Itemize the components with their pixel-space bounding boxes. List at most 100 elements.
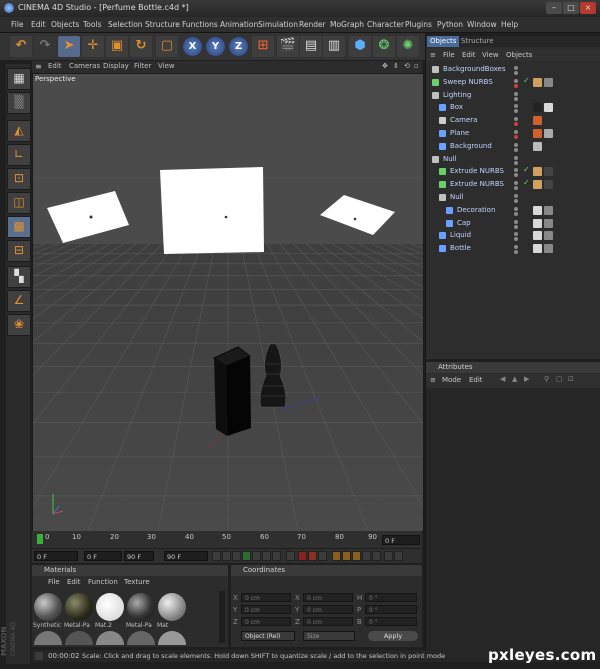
position-y-field[interactable]: 0 cm — [241, 605, 291, 614]
menu-functions[interactable]: Functions — [182, 20, 218, 29]
move-button[interactable]: ✛ — [82, 36, 104, 57]
object-tree-row[interactable]: Extrude NURBS ✓ — [426, 165, 600, 178]
lock-icon[interactable]: ▢ — [556, 375, 563, 383]
render-visibility-dot[interactable] — [514, 109, 518, 114]
workplane-button[interactable]: ∟ — [7, 144, 31, 166]
scale-button[interactable]: ▣ — [106, 36, 128, 57]
y-axis-button[interactable]: Y — [206, 37, 225, 56]
object-tag-icon[interactable] — [533, 129, 542, 138]
close-button[interactable]: × — [580, 2, 596, 14]
object-name[interactable]: Null — [450, 193, 464, 201]
object-name[interactable]: Camera — [450, 116, 477, 124]
editor-visibility-dot[interactable] — [514, 181, 518, 186]
object-tag-icon[interactable] — [533, 180, 542, 190]
render-visibility-dot[interactable] — [514, 71, 518, 75]
object-tag-icon[interactable] — [544, 103, 553, 113]
tab-structure[interactable]: Structure — [458, 36, 497, 47]
sculpt-button[interactable]: ❀ — [7, 314, 31, 336]
timeline-settings-button[interactable] — [394, 551, 403, 561]
points-mode-button[interactable]: ⊡ — [7, 168, 31, 190]
timeline-end-field[interactable]: 0 F — [382, 535, 420, 545]
timeline-playhead[interactable] — [37, 534, 43, 544]
undo-button[interactable]: ↶ — [10, 36, 32, 57]
object-tree-row[interactable]: Bottle — [426, 243, 600, 255]
rotation-h-field[interactable]: 0 ° — [365, 593, 417, 602]
render-visibility-dot[interactable] — [514, 122, 518, 127]
menu-animation[interactable]: Animation — [220, 20, 258, 29]
object-name[interactable]: Background — [450, 142, 492, 150]
editor-visibility-dot[interactable] — [514, 130, 518, 134]
object-name[interactable]: Extrude NURBS — [450, 167, 504, 175]
new-window-icon[interactable]: ⊡ — [568, 375, 574, 383]
render-visibility-dot[interactable] — [514, 147, 518, 152]
key-selection-button[interactable] — [318, 551, 327, 561]
object-tree-row[interactable]: BackgroundBoxes — [426, 64, 600, 76]
object-tree-row[interactable]: Decoration — [426, 205, 600, 217]
editor-visibility-dot[interactable] — [514, 155, 518, 160]
object-tag-icon[interactable] — [533, 141, 542, 151]
menu-simulation[interactable]: Simulation — [258, 20, 298, 29]
object-name[interactable]: Plane — [450, 129, 469, 137]
menu-mograph[interactable]: MoGraph — [330, 20, 364, 29]
enabled-check-icon[interactable]: ✓ — [523, 76, 530, 85]
material-swatch[interactable] — [96, 631, 124, 645]
object-tag-icon[interactable] — [533, 218, 542, 228]
timeline-ruler[interactable]: 0 10 20 30 40 50 60 70 80 90 0 F — [32, 531, 422, 548]
render-visibility-dot[interactable] — [514, 96, 518, 101]
object-manager-menu-objects[interactable]: Objects — [506, 51, 532, 59]
viewport-menu-cameras[interactable]: Cameras — [69, 62, 100, 70]
object-name[interactable]: Sweep NURBS — [443, 78, 493, 86]
menu-tools[interactable]: Tools — [83, 20, 101, 29]
object-tree-row[interactable]: Sweep NURBS ✓ — [426, 76, 600, 89]
editor-visibility-dot[interactable] — [514, 104, 518, 109]
material-swatch[interactable] — [34, 593, 62, 621]
object-tag-icon[interactable] — [533, 205, 542, 215]
attributes-menu-edit[interactable]: Edit — [469, 376, 483, 384]
uv-mode-button[interactable]: ⊟ — [7, 240, 31, 262]
forward-arrow-icon[interactable]: ▶ — [524, 375, 529, 383]
material-swatch[interactable] — [65, 631, 93, 645]
loop-button[interactable] — [286, 551, 295, 561]
rotation-p-field[interactable]: 0 ° — [365, 605, 417, 614]
size-x-field[interactable]: 0 cm — [303, 593, 353, 602]
edges-mode-button[interactable]: ◫ — [7, 192, 31, 214]
editor-visibility-dot[interactable] — [514, 91, 518, 96]
object-name[interactable]: Extrude NURBS — [450, 180, 504, 188]
z-axis-button[interactable]: Z — [229, 37, 248, 56]
menu-selection[interactable]: Selection — [108, 20, 143, 29]
material-swatch[interactable] — [65, 593, 93, 621]
menu-plugins[interactable]: Plugins — [405, 20, 432, 29]
material-swatch[interactable] — [158, 593, 186, 621]
attributes-menu-mode[interactable]: Mode — [442, 376, 461, 384]
autokey-button[interactable] — [308, 551, 317, 561]
use-object-axis-tool-button[interactable]: ◭ — [7, 120, 31, 142]
editor-visibility-dot[interactable] — [514, 117, 518, 122]
viewport-maximize-icon[interactable]: ▫ — [414, 62, 419, 70]
object-name[interactable]: Lighting — [443, 91, 471, 99]
viewport-zoom-icon[interactable]: ⇕ — [393, 62, 399, 70]
object-tree-row[interactable]: Liquid — [426, 230, 600, 242]
object-tree-row[interactable]: Background — [426, 141, 600, 153]
editor-visibility-dot[interactable] — [514, 78, 518, 83]
object-tree-row[interactable]: Plane — [426, 128, 600, 140]
key-parameter-button[interactable] — [362, 551, 371, 561]
redo-button[interactable]: ↷ — [34, 36, 56, 57]
object-manager-menu-edit[interactable]: Edit — [462, 51, 476, 59]
maximize-button[interactable]: □ — [563, 2, 579, 14]
editor-visibility-dot[interactable] — [514, 245, 518, 250]
rotation-b-field[interactable]: 0 ° — [365, 617, 417, 626]
viewport-menu-view[interactable]: View — [158, 62, 175, 70]
object-tag-icon[interactable] — [544, 129, 553, 138]
3d-viewport[interactable]: Perspective — [32, 73, 424, 532]
polygons-mode-button[interactable]: ▩ — [7, 216, 31, 238]
tab-objects[interactable]: Objects — [427, 36, 460, 47]
rotate-button[interactable]: ↻ — [130, 36, 152, 57]
play-button[interactable] — [242, 551, 251, 561]
render-visibility-dot[interactable] — [514, 199, 518, 203]
materials-scrollbar[interactable] — [219, 591, 225, 643]
add-cube-button[interactable]: ⬢ — [349, 36, 371, 57]
object-tag-icon[interactable] — [544, 167, 553, 177]
previous-frame-button[interactable] — [232, 551, 241, 561]
editor-visibility-dot[interactable] — [514, 194, 518, 198]
use-model-tool-button[interactable]: ▒ — [7, 92, 31, 114]
